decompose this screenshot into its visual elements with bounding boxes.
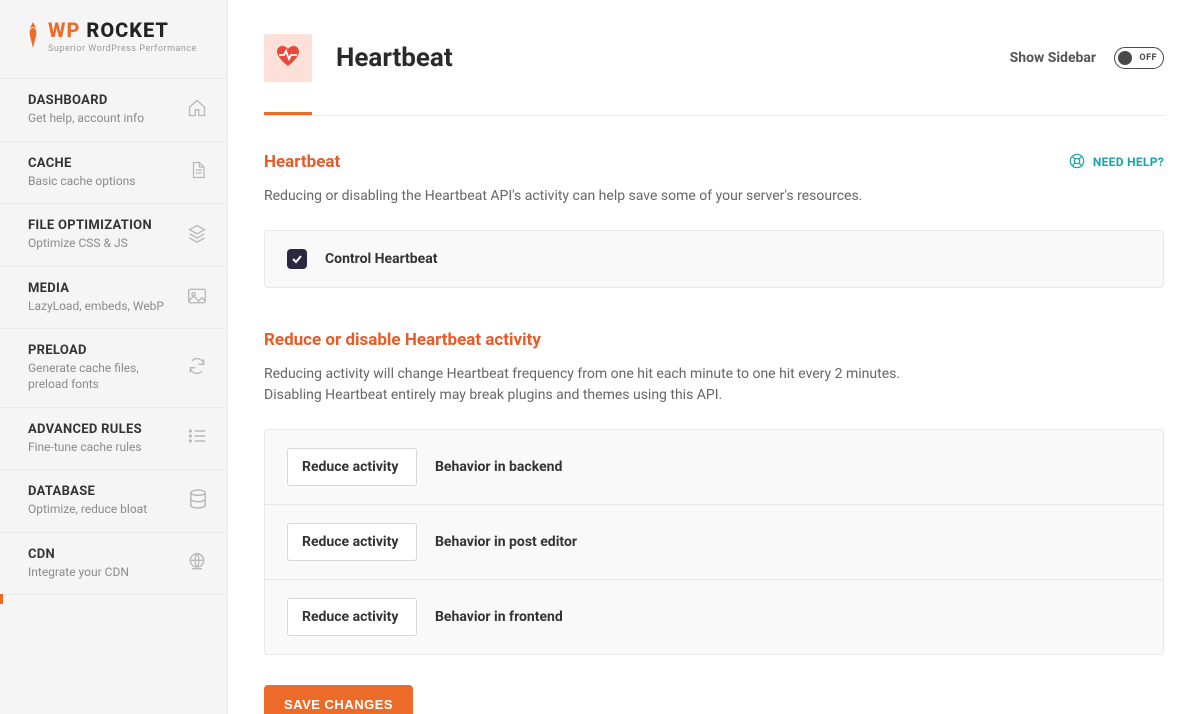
control-heartbeat-label: Control Heartbeat: [325, 251, 437, 267]
sidebar: WP ROCKET Superior WordPress Performance…: [0, 0, 228, 714]
behavior-backend-select[interactable]: Reduce activity: [287, 448, 417, 486]
sidebar-item-label: CDN: [28, 547, 129, 562]
sidebar-item-label: PRELOAD: [28, 343, 177, 358]
section-reduce-desc: Reducing activity will change Heartbeat …: [264, 364, 1164, 407]
need-help-link[interactable]: NEED HELP?: [1069, 153, 1164, 172]
globe-icon: [187, 552, 207, 576]
sidebar-item-sub: Optimize CSS & JS: [28, 236, 152, 252]
image-icon: [187, 287, 207, 309]
layers-icon: [187, 223, 207, 247]
sidebar-item-label: ADVANCED RULES: [28, 422, 142, 437]
sidebar-item-cdn[interactable]: CDN Integrate your CDN: [0, 532, 227, 596]
sidebar-item-sub: LazyLoad, embeds, WebP: [28, 299, 164, 315]
need-help-label: NEED HELP?: [1093, 155, 1164, 169]
save-changes-button[interactable]: SAVE CHANGES: [264, 685, 413, 714]
control-heartbeat-checkbox[interactable]: [287, 249, 307, 269]
behavior-frontend-select[interactable]: Reduce activity: [287, 598, 417, 636]
database-icon: [189, 489, 207, 513]
panel-control-heartbeat: Control Heartbeat: [264, 230, 1164, 288]
show-sidebar-label: Show Sidebar: [1010, 50, 1096, 66]
sidebar-item-label: MEDIA: [28, 281, 164, 296]
sidebar-item-label: FILE OPTIMIZATION: [28, 218, 152, 233]
page-header: Heartbeat Show Sidebar OFF: [264, 0, 1164, 82]
section-heartbeat-desc: Reducing or disabling the Heartbeat API'…: [264, 186, 1164, 208]
section-title-heartbeat: Heartbeat: [264, 152, 340, 172]
page-title: Heartbeat: [336, 43, 453, 73]
toggle-knob-icon: [1118, 51, 1132, 65]
logo-text: WP ROCKET: [48, 18, 197, 42]
main-content: Heartbeat Show Sidebar OFF Heartbeat NEE…: [228, 0, 1200, 714]
heartbeat-icon: [275, 44, 301, 72]
active-indicator: [0, 594, 227, 604]
logo-tagline: Superior WordPress Performance: [48, 44, 197, 54]
show-sidebar-toggle[interactable]: OFF: [1114, 47, 1164, 69]
sidebar-item-sub: Optimize, reduce bloat: [28, 502, 147, 518]
behavior-frontend-label: Behavior in frontend: [435, 609, 563, 625]
behavior-row-frontend: Reduce activity Behavior in frontend: [265, 579, 1163, 654]
sidebar-item-sub: Integrate your CDN: [28, 565, 129, 581]
panel-behavior-settings: Reduce activity Behavior in backend Redu…: [264, 429, 1164, 655]
sidebar-item-database[interactable]: DATABASE Optimize, reduce bloat: [0, 469, 227, 532]
logo-carrot-icon: [24, 22, 42, 53]
sidebar-item-cache[interactable]: CACHE Basic cache options: [0, 141, 227, 204]
lifebuoy-icon: [1069, 153, 1085, 172]
sidebar-item-sub: Basic cache options: [28, 174, 136, 190]
behavior-backend-label: Behavior in backend: [435, 459, 562, 475]
home-icon: [187, 98, 207, 122]
sidebar-item-sub: Fine-tune cache rules: [28, 440, 142, 456]
sidebar-item-label: CACHE: [28, 156, 136, 171]
sidebar-item-file-optimization[interactable]: FILE OPTIMIZATION Optimize CSS & JS: [0, 203, 227, 266]
nav-list: DASHBOARD Get help, account info CACHE B…: [0, 78, 227, 595]
sidebar-item-advanced-rules[interactable]: ADVANCED RULES Fine-tune cache rules: [0, 407, 227, 470]
list-icon: [187, 427, 207, 449]
header-icon-box: [264, 34, 312, 82]
behavior-post-editor-label: Behavior in post editor: [435, 534, 577, 550]
section-title-reduce: Reduce or disable Heartbeat activity: [264, 330, 1164, 350]
behavior-row-post-editor: Reduce activity Behavior in post editor: [265, 504, 1163, 579]
sidebar-item-media[interactable]: MEDIA LazyLoad, embeds, WebP: [0, 266, 227, 329]
sidebar-item-label: DASHBOARD: [28, 93, 144, 108]
logo: WP ROCKET Superior WordPress Performance: [0, 0, 227, 78]
behavior-row-backend: Reduce activity Behavior in backend: [265, 430, 1163, 504]
sidebar-item-label: DATABASE: [28, 484, 147, 499]
header-divider: [264, 115, 1164, 116]
behavior-post-editor-select[interactable]: Reduce activity: [287, 523, 417, 561]
sidebar-item-dashboard[interactable]: DASHBOARD Get help, account info: [0, 78, 227, 141]
sidebar-item-sub: Get help, account info: [28, 111, 144, 127]
sidebar-item-sub: Generate cache files, preload fonts: [28, 361, 177, 392]
file-icon: [189, 160, 207, 184]
refresh-icon: [187, 356, 207, 380]
toggle-state: OFF: [1139, 53, 1157, 63]
sidebar-item-preload[interactable]: PRELOAD Generate cache files, preload fo…: [0, 328, 227, 406]
